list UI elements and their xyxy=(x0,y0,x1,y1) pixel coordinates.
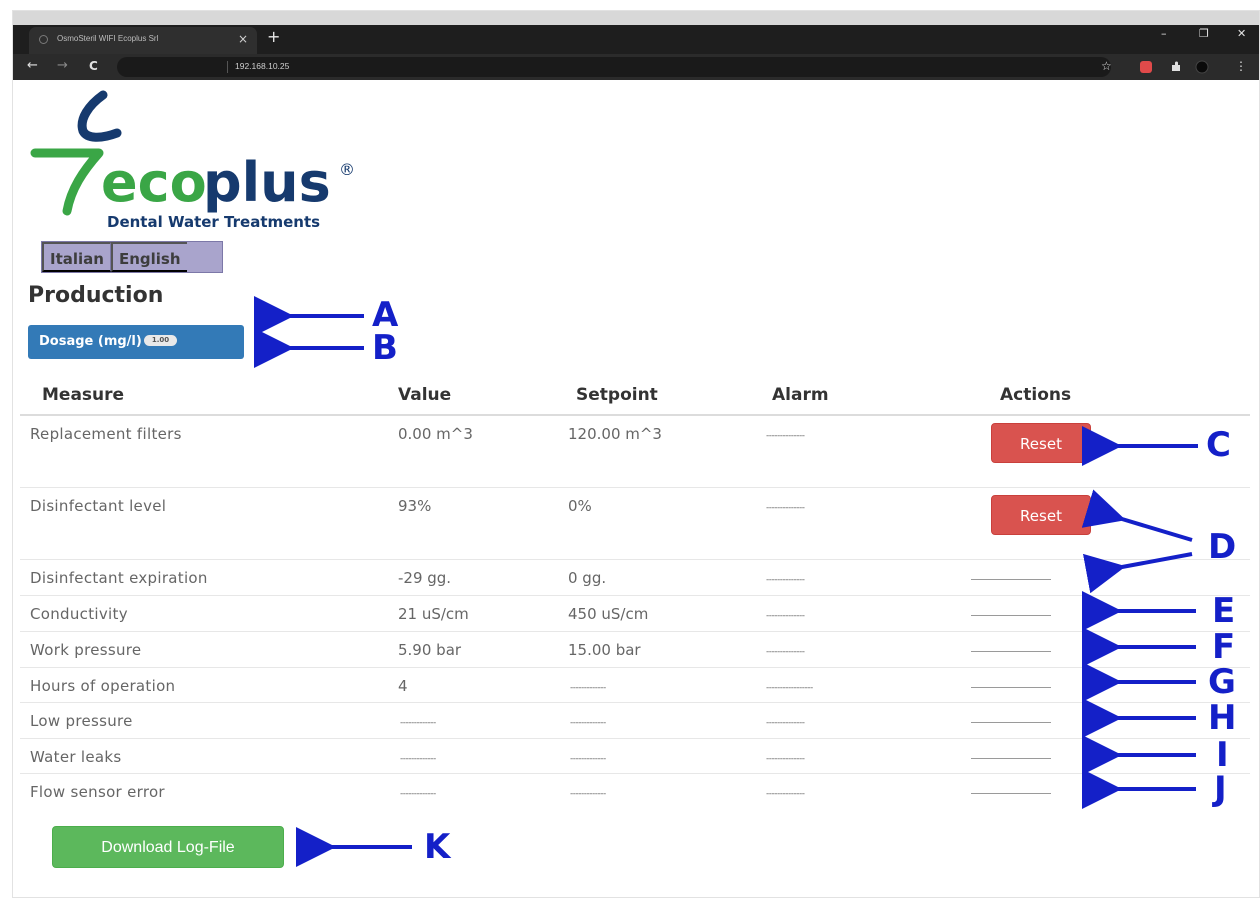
callout-b: B xyxy=(372,328,398,368)
callout-c: C xyxy=(1206,425,1231,465)
arrow-d-lower xyxy=(1082,552,1193,594)
callout-a: A xyxy=(372,295,399,335)
callout-f: F xyxy=(1212,627,1236,667)
callout-arrows xyxy=(254,296,1198,867)
arrow-d-upper xyxy=(1081,489,1193,542)
callout-h: H xyxy=(1208,698,1237,738)
callout-g: G xyxy=(1208,662,1236,702)
callout-i: I xyxy=(1216,735,1229,775)
callout-e: E xyxy=(1212,591,1236,631)
callout-k: K xyxy=(424,827,451,867)
callout-d: D xyxy=(1208,527,1237,567)
callout-j: J xyxy=(1214,769,1227,809)
